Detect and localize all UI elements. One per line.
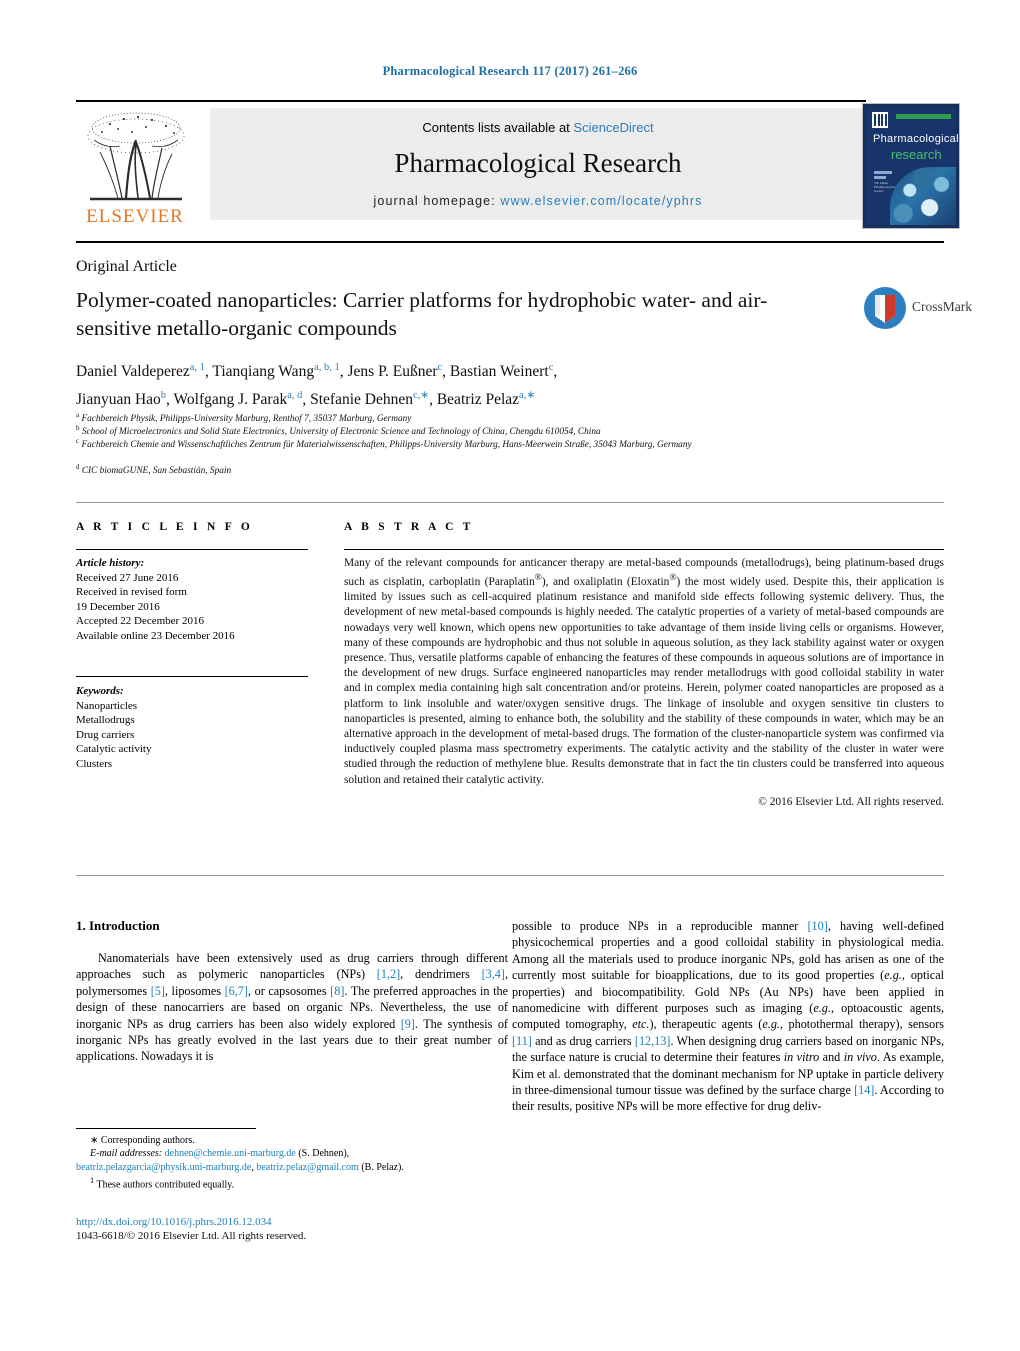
equal-contribution-mark: 1: [90, 1176, 95, 1186]
elsevier-wordmark: ELSEVIER: [86, 206, 184, 227]
equal-contribution-note: 1 These authors contributed equally.: [76, 1174, 512, 1192]
email-label: E-mail addresses:: [90, 1148, 163, 1160]
abstract-block-bottom-rule: [76, 875, 944, 876]
abstract-copyright: © 2016 Elsevier Ltd. All rights reserved…: [758, 795, 944, 808]
journal-title: Pharmacological Research: [394, 148, 682, 178]
email-pelaz-owner: (B. Pelaz).: [361, 1161, 404, 1173]
history-item-4: Available online 23 December 2016: [76, 629, 235, 642]
abstract-block-top-rule: [76, 502, 944, 503]
crossmark-icon: [864, 287, 906, 329]
cover-accent-bar: [896, 114, 951, 119]
article-info-rule: [76, 549, 308, 550]
journal-homepage-line: journal homepage: www.elsevier.com/locat…: [210, 194, 866, 208]
keyword-2: Drug carriers: [76, 728, 135, 741]
email-pelaz-uni-link[interactable]: beatriz.pelazgarcia@physik.uni-marburg.d…: [76, 1162, 251, 1173]
affiliation-mark-a: a: [76, 411, 80, 419]
journal-article-page: Pharmacological Research 117 (2017) 261–…: [0, 0, 1020, 1351]
journal-cover-thumbnail: Pharmacological research The Italian Pha…: [862, 103, 960, 229]
issn-copyright-line: 1043-6618/© 2016 Elsevier Ltd. All right…: [76, 1230, 307, 1242]
abstract-heading: A B S T R A C T: [344, 521, 474, 533]
cover-barcode-icon: [872, 112, 888, 128]
elsevier-tree-icon: [87, 112, 185, 201]
crossmark-badge[interactable]: CrossMark: [862, 285, 972, 337]
sciencedirect-link[interactable]: ScienceDirect: [573, 120, 653, 135]
article-history-block: Article history: Received 27 June 2016 R…: [76, 556, 308, 644]
journal-title-band: Contents lists available at ScienceDirec…: [210, 108, 866, 220]
affiliation-d: d CIC biomaGUNE, San Sebastián, Spain: [76, 461, 876, 478]
keyword-4: Clusters: [76, 757, 113, 770]
history-item-1: Received in revised form: [76, 586, 187, 599]
email-dehnen-link[interactable]: dehnen@chemie.uni-marburg.de: [165, 1148, 296, 1159]
keyword-0: Nanoparticles: [76, 699, 138, 712]
abstract-rule: [344, 549, 944, 550]
body-column-left: Nanomaterials have been extensively used…: [76, 951, 508, 1064]
email-addresses-line-2: beatriz.pelazgarcia@physik.uni-marburg.d…: [76, 1161, 512, 1174]
affiliation-text-d: CIC biomaGUNE, San Sebastián, Spain: [81, 466, 232, 477]
doi-link[interactable]: http://dx.doi.org/10.1016/j.phrs.2016.12…: [76, 1216, 272, 1228]
history-item-2: 19 December 2016: [76, 600, 160, 613]
keywords-rule: [76, 676, 308, 677]
email-addresses-line: E-mail addresses: dehnen@chemie.uni-marb…: [76, 1147, 512, 1160]
keyword-1: Metallodrugs: [76, 714, 135, 727]
article-history-label: Article history:: [76, 557, 145, 569]
page-title: Polymer-coated nanoparticles: Carrier pl…: [76, 288, 768, 340]
cover-title-line1: Pharmacological: [873, 133, 959, 145]
affiliation-text-c: Fachbereich Chemie and Wissenschaftliche…: [81, 440, 692, 451]
homepage-url-link[interactable]: www.elsevier.com/locate/yphrs: [500, 194, 702, 208]
history-item-3: Accepted 22 December 2016: [76, 615, 204, 628]
affiliation-c: c Fachbereich Chemie and Wissenschaftlic…: [76, 435, 876, 452]
history-item-0: Received 27 June 2016: [76, 571, 179, 584]
footnote-block: ∗ Corresponding authors. E-mail addresse…: [76, 1134, 512, 1192]
email-separator: ,: [251, 1161, 254, 1173]
keyword-3: Catalytic activity: [76, 743, 152, 756]
article-type-label: Original Article: [76, 258, 177, 275]
contents-available-line: Contents lists available at ScienceDirec…: [210, 120, 866, 135]
keywords-block: Keywords: Nanoparticles Metallodrugs Dru…: [76, 684, 308, 772]
affiliation-mark-b: b: [76, 424, 80, 432]
running-head: Pharmacological Research 117 (2017) 261–…: [382, 64, 638, 78]
body-column-right: possible to produce NPs in a reproducibl…: [512, 919, 945, 1114]
affiliation-mark-c: c: [76, 437, 80, 445]
abstract-text: Many of the relevant compounds for antic…: [344, 557, 944, 786]
masthead-top-rule: [76, 100, 866, 102]
cover-background: Pharmacological research The Italian Pha…: [866, 107, 959, 225]
author-line-1: Daniel Valdepereza, 1, Tianqiang Wanga, …: [76, 362, 558, 381]
article-info-heading: A R T I C L E I N F O: [76, 521, 254, 533]
equal-contribution-text: These authors contributed equally.: [96, 1179, 235, 1191]
abstract-body: Many of the relevant compounds for antic…: [344, 556, 944, 810]
corresponding-authors-note: ∗ Corresponding authors.: [90, 1135, 195, 1146]
email-dehnen-owner: (S. Dehnen),: [298, 1148, 350, 1160]
footnote-rule: [76, 1128, 256, 1129]
affiliation-mark-d: d: [76, 463, 80, 471]
crossmark-label: CrossMark: [912, 299, 972, 314]
masthead-bottom-rule: [76, 241, 944, 243]
author-list: Daniel Valdepereza, 1, Tianqiang Wanga, …: [76, 356, 866, 412]
section-heading-introduction: 1. Introduction: [76, 918, 160, 933]
keywords-label: Keywords:: [76, 685, 124, 697]
journal-masthead: ELSEVIER Contents lists available at Sci…: [76, 100, 960, 229]
contents-prefix: Contents lists available at: [422, 120, 574, 135]
email-pelaz-gmail-link[interactable]: beatriz.pelaz@gmail.com: [256, 1162, 359, 1173]
homepage-label: journal homepage:: [373, 194, 496, 208]
elsevier-logo: ELSEVIER: [76, 106, 196, 228]
cover-title-line2: research: [891, 147, 942, 162]
